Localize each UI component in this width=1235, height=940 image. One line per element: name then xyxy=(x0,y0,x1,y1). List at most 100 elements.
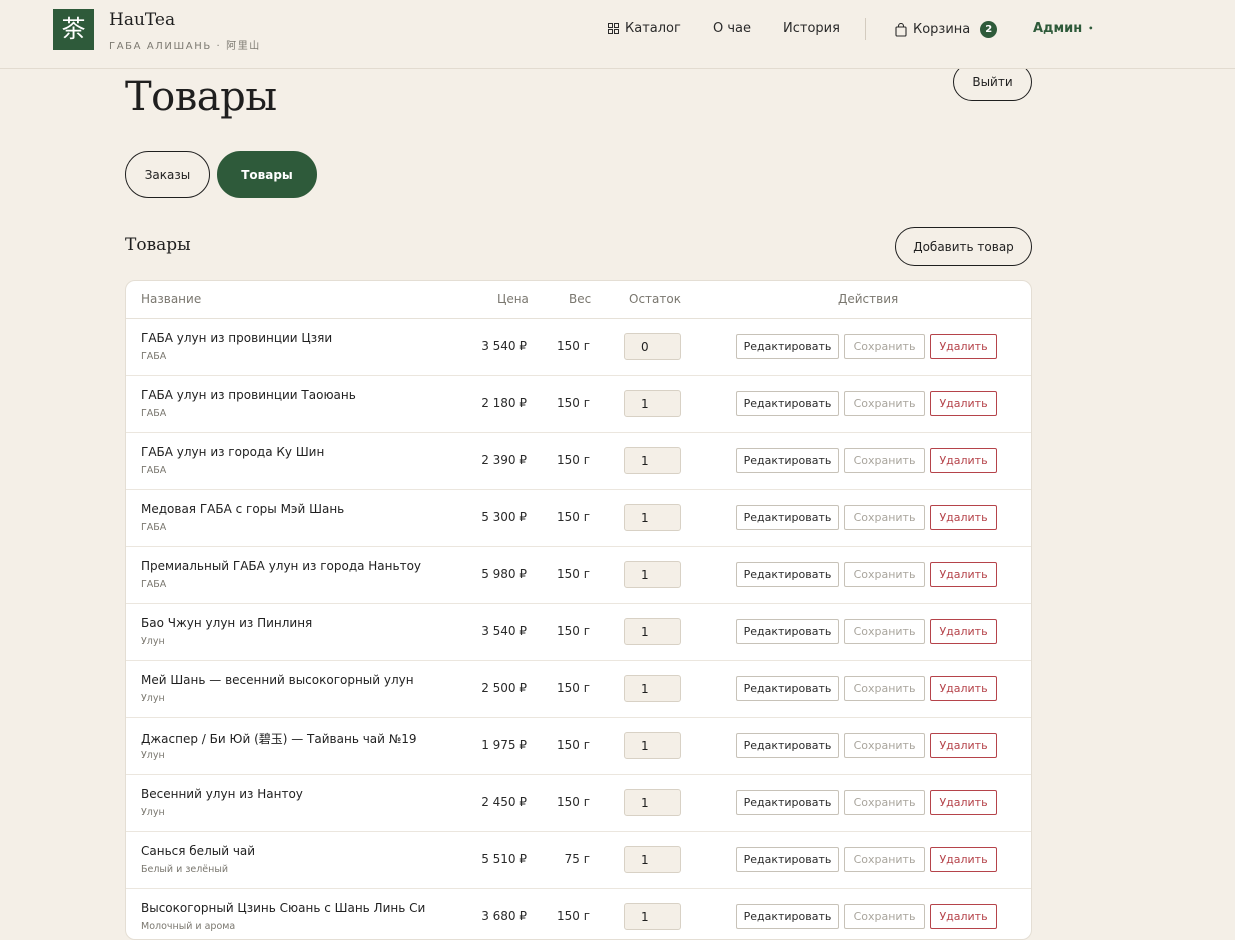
delete-button[interactable]: Удалить xyxy=(930,505,997,530)
edit-button[interactable]: Редактировать xyxy=(736,676,839,701)
table-row: Высокогорный Цзинь Сюань с Шань Линь Си М… xyxy=(126,889,1031,939)
product-category: Белый и зелёный xyxy=(141,864,229,875)
stock-input[interactable] xyxy=(624,903,681,930)
table-row: Весенний улун из Нантоу Улун 2 450 ₽ 150 г Р… xyxy=(126,775,1031,832)
stock-input[interactable] xyxy=(624,504,681,531)
product-category: ГАБА xyxy=(141,408,167,419)
stock-input[interactable] xyxy=(624,789,681,816)
cart-count-badge: 2 xyxy=(980,21,998,38)
delete-button[interactable]: Удалить xyxy=(930,676,997,701)
stock-input[interactable] xyxy=(624,846,681,873)
shopping-bag-icon xyxy=(895,22,907,37)
save-button[interactable]: Сохранить xyxy=(844,790,925,815)
delete-button[interactable]: Удалить xyxy=(930,619,997,644)
product-weight: 150 г xyxy=(556,453,590,467)
product-weight: 150 г xyxy=(556,567,590,581)
stock-input[interactable] xyxy=(624,561,681,588)
delete-button[interactable]: Удалить xyxy=(930,391,997,416)
stock-input[interactable] xyxy=(624,675,681,702)
edit-button[interactable]: Редактировать xyxy=(736,733,839,758)
edit-button[interactable]: Редактировать xyxy=(736,334,839,359)
save-button[interactable]: Сохранить xyxy=(844,619,925,644)
site-header: 茶 HauTea ГАБА АЛИШАНЬ · 阿里山 Каталог О ча… xyxy=(0,0,1235,69)
tab-products[interactable]: Товары xyxy=(217,151,317,198)
edit-button[interactable]: Редактировать xyxy=(736,448,839,473)
save-button[interactable]: Сохранить xyxy=(844,676,925,701)
add-product-button[interactable]: Добавить товар xyxy=(895,227,1032,266)
delete-button[interactable]: Удалить xyxy=(930,334,997,359)
product-price: 2 450 ₽ xyxy=(481,795,527,809)
product-weight: 150 г xyxy=(556,738,590,752)
save-button[interactable]: Сохранить xyxy=(844,733,925,758)
grid-icon xyxy=(608,23,619,34)
nav-admin-label: Админ xyxy=(1033,21,1083,36)
nav-admin-menu[interactable]: Админ • xyxy=(1033,21,1093,36)
nav-cart-label: Корзина xyxy=(913,22,971,37)
product-price: 5 980 ₽ xyxy=(481,567,527,581)
save-button[interactable]: Сохранить xyxy=(844,448,925,473)
nav-history[interactable]: История xyxy=(783,21,840,36)
table-row: Медовая ГАБА с горы Мэй Шань ГАБА 5 300 ₽ 1… xyxy=(126,490,1031,547)
tab-orders[interactable]: Заказы xyxy=(125,151,210,198)
stock-input[interactable] xyxy=(624,390,681,417)
stock-input[interactable] xyxy=(624,732,681,759)
table-header: Название Цена Вес Остаток Действия xyxy=(126,281,1031,319)
delete-button[interactable]: Удалить xyxy=(930,790,997,815)
product-price: 3 680 ₽ xyxy=(481,909,527,923)
section-title: Товары xyxy=(125,235,191,255)
product-price: 3 540 ₽ xyxy=(481,624,527,638)
product-price: 5 510 ₽ xyxy=(481,852,527,866)
header-name: Название xyxy=(141,292,202,306)
stock-input[interactable] xyxy=(624,333,681,360)
product-name: ГАБА улун из провинции Таоюань xyxy=(141,388,356,402)
product-name: Джаспер / Би Юй (碧玉) — Тайвань чай №19 xyxy=(141,732,417,746)
edit-button[interactable]: Редактировать xyxy=(736,505,839,530)
edit-button[interactable]: Редактировать xyxy=(736,391,839,416)
nav-catalog[interactable]: Каталог xyxy=(608,21,681,36)
product-name: Премиальный ГАБА улун из города Наньтоу xyxy=(141,559,422,573)
product-weight: 150 г xyxy=(556,396,590,410)
logo-icon[interactable]: 茶 xyxy=(53,9,94,50)
product-price: 5 300 ₽ xyxy=(481,510,527,524)
product-price: 3 540 ₽ xyxy=(481,339,527,353)
nav-about[interactable]: О чае xyxy=(713,21,751,36)
header-weight: Вес xyxy=(569,292,592,306)
edit-button[interactable]: Редактировать xyxy=(736,562,839,587)
header-actions: Действия xyxy=(838,292,899,306)
edit-button[interactable]: Редактировать xyxy=(736,847,839,872)
delete-button[interactable]: Удалить xyxy=(930,448,997,473)
save-button[interactable]: Сохранить xyxy=(844,334,925,359)
delete-button[interactable]: Удалить xyxy=(930,733,997,758)
nav-cart[interactable]: Корзина 2 xyxy=(895,21,998,38)
delete-button[interactable]: Удалить xyxy=(930,847,997,872)
product-name: Весенний улун из Нантоу xyxy=(141,787,303,801)
save-button[interactable]: Сохранить xyxy=(844,562,925,587)
product-category: Улун xyxy=(141,807,165,818)
product-name: Мей Шань — весенний высокогорный улун xyxy=(141,673,414,687)
save-button[interactable]: Сохранить xyxy=(844,505,925,530)
product-name: Санься белый чай xyxy=(141,844,256,858)
product-category: ГАБА xyxy=(141,465,167,476)
brand-name[interactable]: HauTea xyxy=(109,10,175,30)
product-category: Молочный и арома xyxy=(141,921,236,932)
nav-catalog-label: Каталог xyxy=(625,21,681,36)
product-category: ГАБА xyxy=(141,351,167,362)
edit-button[interactable]: Редактировать xyxy=(736,619,839,644)
table-row: Бао Чжун улун из Пинлиня Улун 3 540 ₽ 150 г… xyxy=(126,604,1031,661)
stock-input[interactable] xyxy=(624,447,681,474)
save-button[interactable]: Сохранить xyxy=(844,391,925,416)
table-row: ГАБА улун из города Ку Шин ГАБА 2 390 ₽ 150… xyxy=(126,433,1031,490)
edit-button[interactable]: Редактировать xyxy=(736,904,839,929)
save-button[interactable]: Сохранить xyxy=(844,847,925,872)
save-button[interactable]: Сохранить xyxy=(844,904,925,929)
delete-button[interactable]: Удалить xyxy=(930,904,997,929)
product-weight: 150 г xyxy=(556,681,590,695)
product-price: 2 390 ₽ xyxy=(481,453,527,467)
brand-subtitle: ГАБА АЛИШАНЬ · 阿里山 xyxy=(109,41,261,52)
product-name: ГАБА улун из города Ку Шин xyxy=(141,445,325,459)
edit-button[interactable]: Редактировать xyxy=(736,790,839,815)
product-weight: 150 г xyxy=(556,795,590,809)
delete-button[interactable]: Удалить xyxy=(930,562,997,587)
stock-input[interactable] xyxy=(624,618,681,645)
product-price: 1 975 ₽ xyxy=(481,738,527,752)
